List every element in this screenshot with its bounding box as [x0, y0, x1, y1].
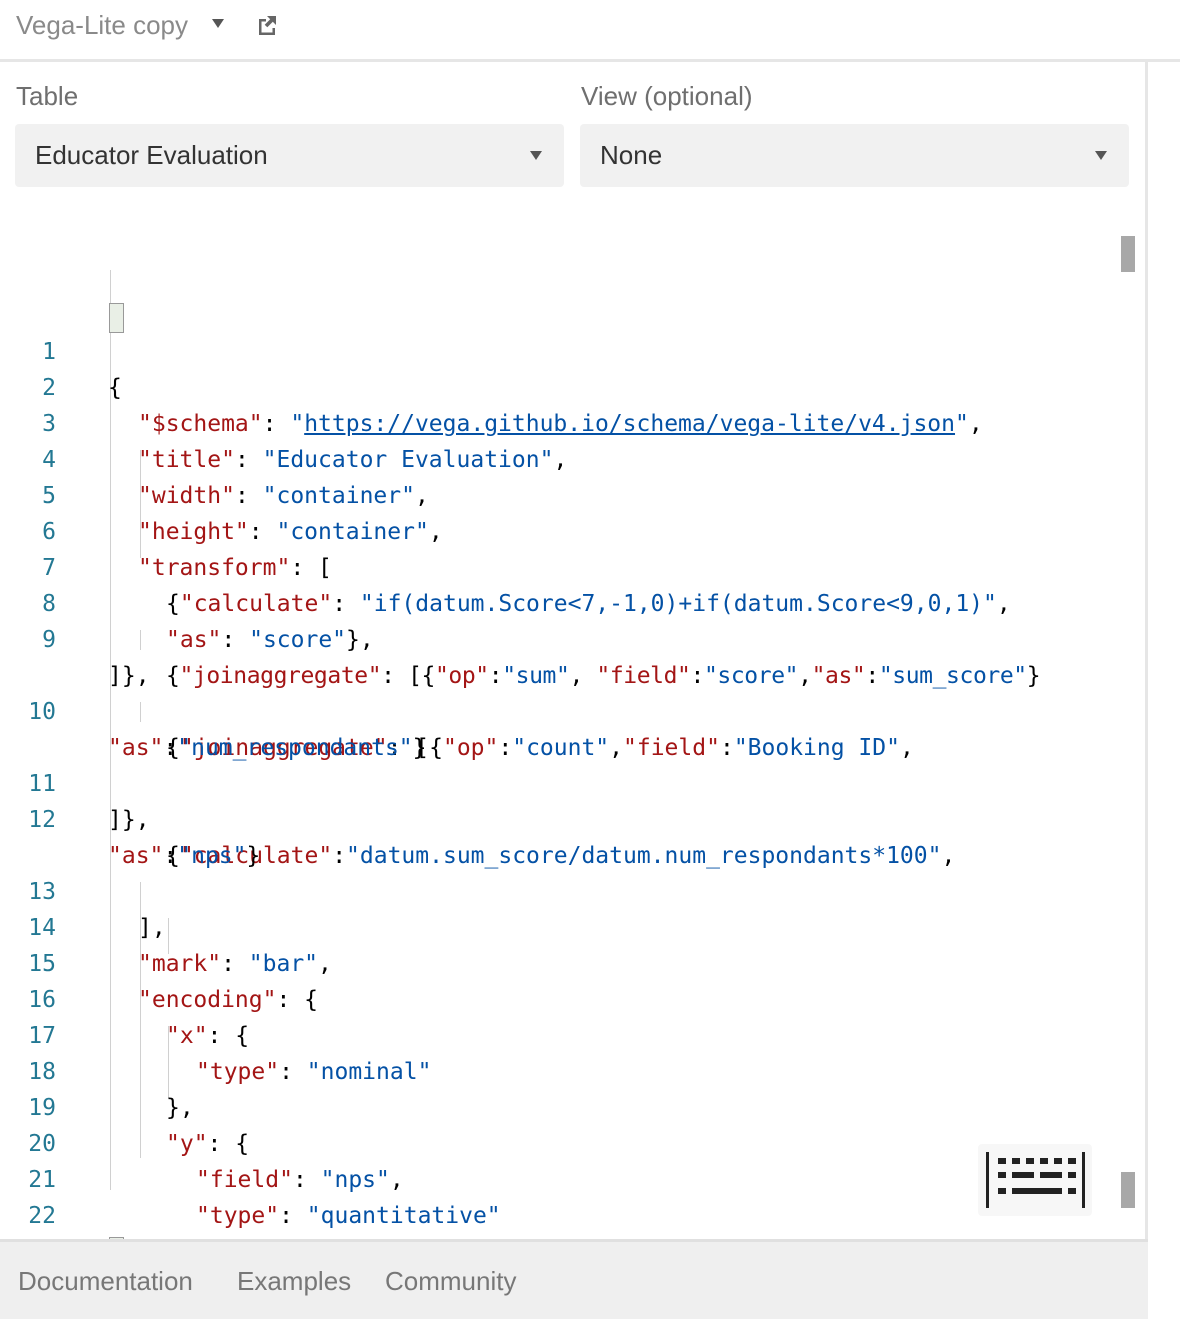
code-line: 6 "transform": [	[0, 478, 332, 581]
code-line-wrap: ]},	[108, 663, 150, 689]
code-line: 21 "type": "quantitative"	[0, 1126, 500, 1229]
code-editor[interactable]: 1 { 2 "$schema": "https://vega.github.io…	[0, 232, 1140, 1319]
app-title[interactable]: Vega-Lite copy	[16, 10, 188, 41]
examples-link[interactable]: Examples	[237, 1266, 351, 1297]
view-select[interactable]: None	[580, 124, 1129, 187]
code-line: 7 {"calculate": "if(datum.Score<7,-1,0)+…	[0, 514, 1011, 617]
code-line-wrap: "as":"num_respondants"}	[108, 735, 427, 761]
code-line: 12 {"calculate":"datum.sum_score/datum.n…	[0, 766, 955, 869]
table-select[interactable]: Educator Evaluation	[15, 124, 564, 187]
scrollbar-marker	[1121, 1172, 1135, 1208]
code-line: 14 "mark": "bar",	[0, 874, 332, 977]
code-line: 5 "height": "container",	[0, 442, 443, 545]
keyboard-icon	[986, 1152, 1085, 1208]
code-line: 9 {"joinaggregate": [{"op":"sum", "field…	[0, 586, 1040, 689]
view-select-value: None	[600, 140, 663, 170]
indent-guide	[140, 702, 141, 722]
code-line: 11 ]},	[0, 730, 149, 833]
community-link[interactable]: Community	[385, 1266, 516, 1297]
code-line: 8 "as": "score"},	[0, 550, 374, 653]
code-line: 2 "$schema": "https://vega.github.io/sch…	[0, 334, 983, 437]
code-line: 17 "type": "nominal"	[0, 982, 431, 1085]
table-label: Table	[16, 81, 79, 111]
code-line: 10 {"joinaggregate": [{"op":"count","fie…	[0, 658, 914, 761]
footer: Documentation Examples Community	[0, 1239, 1148, 1319]
code-line: 16 "x": {	[0, 946, 249, 1049]
view-label: View (optional)	[581, 81, 753, 111]
editor-scrollbar[interactable]	[1121, 236, 1135, 1212]
table-select-value: Educator Evaluation	[35, 140, 268, 170]
indent-guide	[140, 630, 141, 650]
scrollbar-thumb[interactable]	[1121, 236, 1135, 272]
chevron-down-icon	[1095, 151, 1107, 160]
code-line: 13 ],	[0, 838, 165, 941]
schema-link[interactable]: https://vega.github.io/schema/vega-lite/…	[304, 411, 955, 437]
caret-down-icon[interactable]	[212, 19, 224, 28]
right-pane-edge	[1148, 62, 1180, 1319]
chevron-down-icon	[530, 151, 542, 160]
code-line: 20 "field": "nps",	[0, 1090, 403, 1193]
code-line: 4 "width": "container",	[0, 406, 429, 509]
code-line: 19 "y": {	[0, 1054, 249, 1157]
bracket-match-highlight	[109, 303, 124, 333]
documentation-link[interactable]: Documentation	[18, 1266, 193, 1297]
code-line: 23 }	[0, 1198, 152, 1301]
editor-panel: Table View (optional) Educator Evaluatio…	[0, 62, 1148, 1319]
code-line: 3 "title": "Educator Evaluation",	[0, 370, 567, 473]
external-link-icon[interactable]	[256, 14, 278, 36]
code-line-wrap: "as":"nps"}	[108, 843, 261, 869]
top-bar: Vega-Lite copy	[0, 0, 1180, 62]
code-line: 18 },	[0, 1018, 193, 1121]
code-line: 15 "encoding": {	[0, 910, 318, 1013]
keyboard-shortcuts-button[interactable]	[978, 1144, 1092, 1216]
code-line: 22 }	[0, 1162, 180, 1265]
code-line: 1 {	[0, 298, 122, 401]
